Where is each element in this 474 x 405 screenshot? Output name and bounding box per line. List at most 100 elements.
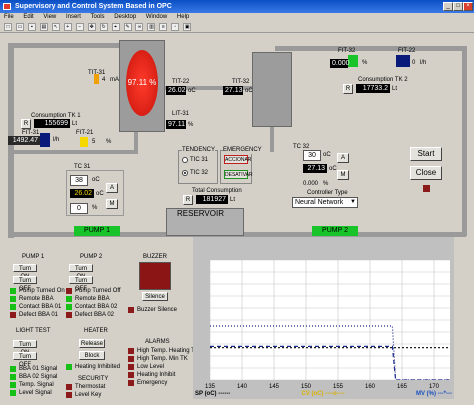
print-icon[interactable]: ▤ bbox=[39, 23, 48, 31]
menu-window[interactable]: Window bbox=[146, 14, 167, 20]
light-test-title: LIGHT TEST bbox=[16, 328, 51, 334]
list-item: Defect BBA 01 bbox=[10, 311, 65, 319]
light-test-off-button[interactable]: Turn OFF bbox=[13, 352, 37, 368]
pump1-turn-off-button[interactable]: Turn OFF bbox=[13, 276, 37, 292]
pump1-led-list: Pump Turned On Remote BBA Contact BBA 01… bbox=[10, 287, 65, 319]
led-icon bbox=[10, 288, 16, 294]
led-icon bbox=[66, 364, 72, 370]
link-icon[interactable]: ∞ bbox=[135, 23, 144, 31]
toolbar: □ ▭ ▪ ▤ ↖ + − ✥ ↻ ⌖ ✎ ∞ ▥ ≡ ▫ ▣ bbox=[0, 22, 474, 33]
chevron-down-icon: ▼ bbox=[350, 199, 356, 205]
list-item: BBA 01 Signal bbox=[10, 365, 57, 373]
close-window-button[interactable]: × bbox=[463, 2, 473, 11]
x-tick-label: 140 bbox=[237, 384, 248, 390]
menu-insert[interactable]: Insert bbox=[66, 14, 81, 20]
start-button[interactable]: Start bbox=[410, 147, 442, 161]
consumption-tk1-unit: Lt bbox=[72, 121, 78, 127]
radio-icon[interactable] bbox=[182, 157, 188, 163]
pipe-right-vertical bbox=[462, 46, 467, 236]
tc32-manual-button[interactable]: M bbox=[337, 170, 349, 180]
consumption-tk2-label: Consumption TK 2 bbox=[358, 77, 408, 83]
fit32-unit: % bbox=[362, 60, 368, 66]
fit32-value: 0.000 bbox=[330, 59, 350, 68]
tc31-output-input[interactable]: 0 bbox=[70, 203, 88, 214]
tendency-option-tic32[interactable]: TIC 32 bbox=[182, 169, 208, 177]
led-icon bbox=[66, 312, 72, 318]
pump1-turn-on-button[interactable]: Turn ON bbox=[13, 264, 37, 280]
radio-selected-icon[interactable] bbox=[182, 170, 188, 176]
reset-tk2-button[interactable]: R bbox=[343, 84, 353, 94]
chart-legend: SP (oC) ------ CV (oC) ----o---- MV (%) … bbox=[195, 391, 452, 397]
heater-release-button[interactable]: Release bbox=[79, 339, 105, 348]
open-icon[interactable]: ▭ bbox=[15, 23, 24, 31]
save-icon[interactable]: ▪ bbox=[27, 23, 36, 31]
emergency-deactivate-button[interactable]: DESATIVAR bbox=[224, 170, 253, 179]
list-item: Defect BBA 02 bbox=[66, 311, 121, 319]
tit31-value: 4 bbox=[102, 77, 106, 83]
led-icon bbox=[10, 366, 16, 372]
menu-edit[interactable]: Edit bbox=[23, 14, 33, 20]
total-consumption-label: Total Consumption bbox=[192, 188, 242, 194]
list-item: Thermostat bbox=[66, 383, 105, 391]
tendency-option-tic31[interactable]: TIC 31 bbox=[182, 156, 208, 164]
pump2-turn-off-button[interactable]: Turn OFF bbox=[69, 276, 93, 292]
light-test-on-button[interactable]: Turn ON bbox=[13, 340, 37, 356]
hide-icon[interactable]: ▫ bbox=[171, 23, 180, 31]
pump2-led-list: Pump Turned Off Remote BBA Contact BBA 0… bbox=[66, 287, 121, 319]
close-button[interactable]: Close bbox=[410, 166, 442, 180]
tendency-title: TENDENCY bbox=[182, 146, 216, 154]
fit31-bar bbox=[40, 133, 50, 147]
show-icon[interactable]: ▣ bbox=[183, 23, 192, 31]
reset-total-button[interactable]: R bbox=[183, 195, 193, 205]
led-icon bbox=[66, 384, 72, 390]
menu-file[interactable]: File bbox=[4, 14, 14, 20]
tc31-sp-unit: oC bbox=[92, 177, 100, 183]
led-icon bbox=[10, 374, 16, 380]
legend-icon[interactable]: ≡ bbox=[159, 23, 168, 31]
led-icon bbox=[10, 390, 16, 396]
tc31-auto-button[interactable]: A bbox=[106, 183, 118, 193]
tc31-manual-button[interactable]: M bbox=[106, 199, 118, 209]
heater-block-button[interactable]: Block bbox=[79, 351, 105, 360]
new-icon[interactable]: □ bbox=[4, 23, 12, 31]
fit31-unit: l/h bbox=[53, 137, 60, 143]
pump1-panel-title: PUMP 1 bbox=[22, 254, 45, 260]
colorbar-icon[interactable]: ▥ bbox=[147, 23, 156, 31]
menu-help[interactable]: Help bbox=[177, 14, 189, 20]
heater-title: HEATER bbox=[84, 328, 108, 334]
controller-type-select[interactable]: Neural Network ▼ bbox=[292, 197, 358, 208]
list-item: Contact BBA 02 bbox=[66, 303, 121, 311]
zoom-in-icon[interactable]: + bbox=[63, 23, 72, 31]
datacursor-icon[interactable]: ⌖ bbox=[111, 23, 120, 31]
menu-desktop[interactable]: Desktop bbox=[114, 14, 136, 20]
series-line-2 bbox=[210, 325, 450, 381]
pump2-panel-title: PUMP 2 bbox=[80, 254, 103, 260]
menu-view[interactable]: View bbox=[43, 14, 56, 20]
run-status-led bbox=[423, 185, 430, 192]
tc31-out-unit: % bbox=[92, 205, 98, 211]
led-icon bbox=[66, 288, 72, 294]
buzzer-silence-button[interactable]: Silence bbox=[142, 292, 168, 301]
tc31-setpoint-input[interactable]: 38 bbox=[70, 175, 88, 186]
emergency-activate-button[interactable]: ACCIONAR bbox=[224, 155, 251, 164]
tc32-setpoint-input[interactable]: 30 bbox=[303, 150, 321, 161]
menu-tools[interactable]: Tools bbox=[91, 14, 105, 20]
tc31-pv-unit: oC bbox=[96, 191, 104, 197]
led-icon bbox=[66, 304, 72, 310]
tc32-auto-button[interactable]: A bbox=[337, 153, 349, 163]
led-icon bbox=[128, 364, 134, 370]
fit32-label: FIT-32 bbox=[338, 48, 356, 54]
reset-tk1-button[interactable]: R bbox=[21, 119, 31, 129]
zoom-out-icon[interactable]: − bbox=[75, 23, 84, 31]
maximize-button[interactable]: □ bbox=[453, 2, 463, 11]
tc32-out-unit: % bbox=[323, 181, 329, 187]
controller-type-label: Controller Type bbox=[307, 190, 348, 196]
pan-icon[interactable]: ✥ bbox=[87, 23, 96, 31]
minimize-button[interactable]: _ bbox=[443, 2, 453, 11]
rotate-icon[interactable]: ↻ bbox=[99, 23, 108, 31]
x-tick-label: 150 bbox=[301, 384, 312, 390]
list-item: High Temp. Min TK bbox=[128, 355, 199, 363]
pointer-icon[interactable]: ↖ bbox=[51, 23, 60, 31]
brush-icon[interactable]: ✎ bbox=[123, 23, 132, 31]
pump2-turn-on-button[interactable]: Turn ON bbox=[69, 264, 93, 280]
